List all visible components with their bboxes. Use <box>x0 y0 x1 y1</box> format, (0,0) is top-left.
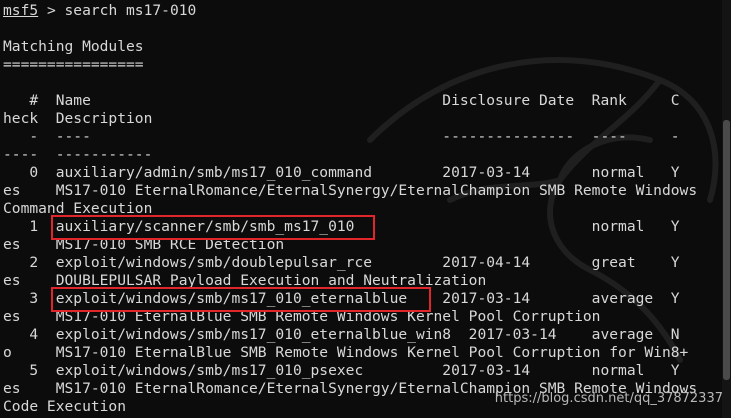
highlight-box-smb-ms17-010 <box>51 215 375 240</box>
table-header-line: # Name Disclosure Date Rank C <box>3 92 680 109</box>
module-row-4[interactable]: 4 exploit/windows/smb/ms17_010_eternalbl… <box>3 326 679 344</box>
scrollbar-thumb[interactable] <box>723 120 730 380</box>
table-separator-wrap-line: ---- ----------- <box>3 146 153 163</box>
module-row-5[interactable]: 5 exploit/windows/smb/ms17_010_psexec 20… <box>3 362 679 380</box>
module-row-0-description: es MS17-010 EternalRomance/EternalSynerg… <box>3 182 698 199</box>
section-heading: Matching Modules <box>3 38 144 55</box>
watermark-url: https://blog.csdn.net/qq_37872337 <box>494 391 723 406</box>
module-row-2[interactable]: 2 exploit/windows/smb/doublepulsar_rce 2… <box>3 254 679 272</box>
section-underline: ================ <box>3 56 144 73</box>
table-separator-line: - ---- --------------- ---- - <box>3 128 680 145</box>
module-row-4-description: o MS17-010 EternalBlue SMB Remote Window… <box>3 344 689 361</box>
terminal-window[interactable]: msf5 > search ms17-010 Matching Modules … <box>0 0 731 418</box>
scrollbar[interactable] <box>722 0 731 418</box>
command-prompt-line[interactable]: msf5 > search ms17-010 <box>3 2 196 20</box>
prompt-name: msf5 <box>3 2 39 19</box>
table-header-wrap-line: heck Description <box>3 110 153 127</box>
command-text: search ms17-010 <box>64 2 197 19</box>
module-row-5-description-wrap: Code Execution <box>3 398 127 415</box>
prompt-symbol: > <box>38 2 65 19</box>
highlight-box-eternalblue <box>51 287 431 312</box>
module-row-0[interactable]: 0 auxiliary/admin/smb/ms17_010_command 2… <box>3 164 679 182</box>
